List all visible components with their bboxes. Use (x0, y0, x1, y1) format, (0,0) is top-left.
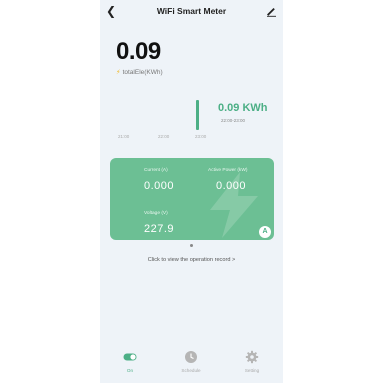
history-reading-time: 22:00-23:00 (221, 118, 246, 123)
voltage-value: 227.9 (144, 223, 175, 235)
edit-icon[interactable] (265, 5, 277, 17)
page-indicator (190, 244, 193, 247)
nav-setting-label: Setting (244, 368, 260, 373)
clock-icon (185, 351, 197, 363)
history-bar[interactable] (196, 100, 199, 130)
nav-setting[interactable]: Setting (232, 350, 272, 373)
chart-tick: 23:00 (195, 134, 207, 139)
operation-record-link[interactable]: Click to view the operation record > (100, 257, 283, 263)
chart-tick: 22:00 (158, 134, 170, 139)
header: ❮ WiFi Smart Meter (100, 0, 283, 24)
app-screen: ❮ WiFi Smart Meter 0.09 ⚡ totalEle(KWh) 0… (100, 0, 283, 383)
nav-on[interactable]: On (110, 350, 150, 373)
gear-icon (245, 350, 259, 364)
nav-schedule-label: Schedule (181, 368, 201, 373)
history-reading-value: 0.09 KWh (218, 102, 268, 114)
measurements-card[interactable]: Current (A) 0.000 Active Power (kW) 0.00… (110, 158, 274, 240)
voltage-label: Voltage (V) (144, 211, 168, 216)
active-power-value: 0.000 (216, 180, 247, 192)
current-value: 0.000 (144, 180, 175, 192)
bolt-icon: ⚡ (116, 69, 121, 76)
total-energy-value: 0.09 (116, 38, 161, 65)
nav-on-label: On (126, 368, 134, 373)
unit-badge[interactable]: A (259, 226, 271, 238)
chart-tick: 21:00 (118, 134, 130, 139)
current-label: Current (A) (144, 168, 168, 173)
total-energy-label: ⚡ totalEle(KWh) (116, 69, 163, 76)
active-power-label: Active Power (kW) (208, 168, 248, 173)
page-title: WiFi Smart Meter (156, 6, 227, 16)
toggle-icon (123, 353, 137, 361)
nav-schedule[interactable]: Schedule (171, 350, 211, 373)
